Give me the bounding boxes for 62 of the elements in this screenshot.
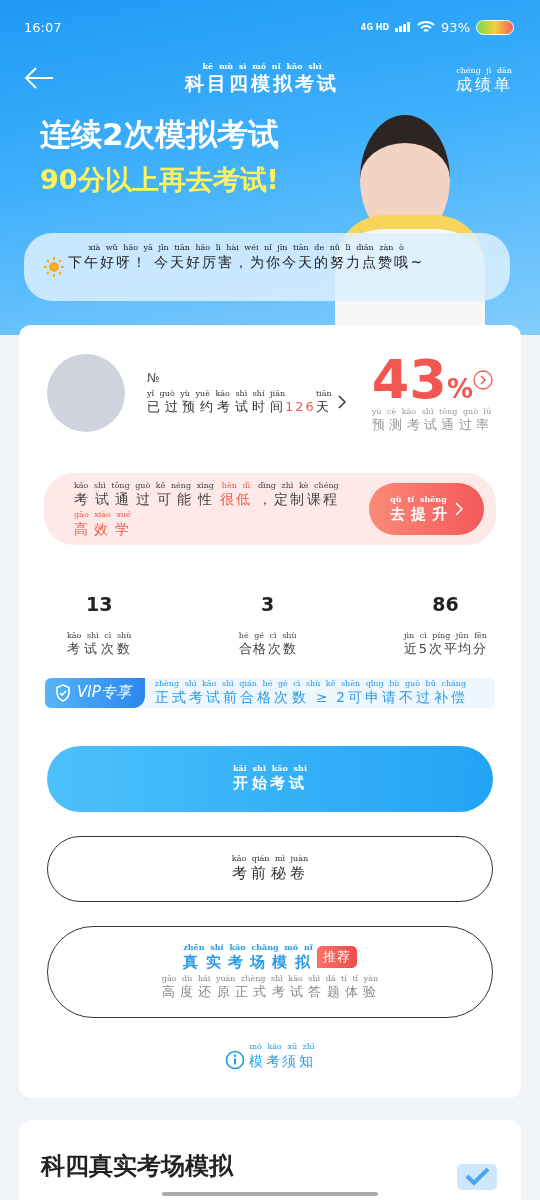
page-title-pinyin: kē mù sì mó nǐ kǎo shì bbox=[201, 61, 323, 72]
battery-icon bbox=[476, 19, 514, 35]
button-title-pinyin: zhēn shí kǎo chǎng mó nǐ bbox=[183, 943, 313, 953]
tip-text-pinyin: dìng zhì kè chéng bbox=[258, 480, 339, 491]
pass-rate-label: 预测考试通过率 bbox=[371, 416, 492, 434]
chevron-circle-icon[interactable] bbox=[473, 370, 493, 390]
pass-rate-label-pinyin: yù cè kǎo shì tōng guò lǜ bbox=[371, 407, 492, 417]
countdown-text-pinyin: tiān bbox=[315, 389, 332, 399]
button-subtitle-pinyin: gāo dù hái yuán zhèng shì kǎo shì dá tí tǐ yàn bbox=[161, 974, 379, 984]
button-title: 真实考场模拟 bbox=[183, 952, 313, 973]
exam-notice-link[interactable]: 模考须知 bbox=[249, 1051, 315, 1070]
stat-label: 合格次数 bbox=[238, 641, 297, 658]
pass-rate-value: 43% bbox=[371, 353, 473, 407]
battery-percent: 93% bbox=[441, 19, 470, 35]
real-exam-simulation-button[interactable]: zhēn shí kǎo chǎng mó nǐ 真实考场模拟 推荐 gāo dù hái yuán zhèng shì kǎo shì dá tí tǐ yàn 高度还原正式考试答题体验 bbox=[47, 925, 493, 1018]
vip-text-pinyin: zhèng shì kǎo shì qián hé gé cì shù kě shēn qǐng bù guò bǔ cháng bbox=[154, 679, 467, 689]
info-icon bbox=[225, 1049, 246, 1070]
tip-text: ，定制课程 bbox=[258, 490, 339, 509]
exam-papers-button[interactable]: kǎo qián mì juàn 考前秘卷 bbox=[47, 835, 493, 902]
network-label: 4G HD bbox=[360, 22, 390, 32]
tip-text: 高效学 bbox=[74, 520, 131, 539]
stat-label-pinyin: kǎo shì cì shù bbox=[67, 631, 132, 642]
tip-text: 很低 bbox=[220, 490, 252, 509]
banner-headline: 连续2次模拟考试 bbox=[40, 115, 280, 154]
countdown-text[interactable]: 天 bbox=[315, 398, 332, 416]
report-card-link[interactable]: 成绩单 bbox=[456, 75, 512, 96]
recommended-tag: 推荐 bbox=[316, 946, 357, 969]
chevron-right-icon bbox=[454, 502, 463, 517]
stat-value: 13 bbox=[85, 593, 113, 616]
stat-label: 近5次平均分 bbox=[404, 641, 487, 658]
back-arrow-icon[interactable] bbox=[24, 66, 54, 90]
tip-text-pinyin: hěn dī bbox=[220, 480, 252, 491]
sun-icon bbox=[44, 257, 64, 277]
start-exam-button[interactable]: kāi shǐ kǎo shì 开始考试 bbox=[47, 745, 493, 812]
vip-badge: VIP专享 bbox=[45, 677, 145, 708]
stat-label: 考试次数 bbox=[67, 641, 132, 658]
tip-text: 考试通过可能性 bbox=[74, 490, 214, 509]
shield-check-icon bbox=[55, 683, 71, 702]
stat-label-pinyin: hé gé cì shù bbox=[238, 631, 297, 642]
stat-value: 3 bbox=[261, 593, 275, 616]
exam-notice-link-pinyin: mó kǎo xū zhī bbox=[249, 1041, 315, 1052]
signal-icon bbox=[395, 22, 412, 32]
stat-value: 86 bbox=[432, 593, 459, 616]
section-title: 科四真实考场模拟 bbox=[41, 1150, 233, 1182]
report-card-link-pinyin: chéng jì dān bbox=[456, 65, 512, 76]
banner-subheadline: 90分以上再去考试! bbox=[40, 163, 280, 197]
tip-text-pinyin: kǎo shì tōng guò kě néng xìng bbox=[74, 480, 214, 491]
tip-text-pinyin: gāo xiào xué bbox=[74, 510, 131, 521]
greeting-text-pinyin: xià wǔ hǎo yā jīn tiān hǎo lì hài wéi nǐ jīn tiān de nǔ lì diǎn zàn ò bbox=[87, 243, 405, 253]
number-sign: № bbox=[147, 371, 161, 385]
countdown-text[interactable]: 已过预约考试时间 bbox=[147, 398, 286, 416]
page-title: 科目四模拟考试 bbox=[185, 71, 340, 96]
countdown-text-pinyin: yǐ guò yù yuē kǎo shì shí jiān bbox=[147, 389, 286, 399]
stat-label-pinyin: jìn cì píng jūn fēn bbox=[404, 631, 487, 642]
wifi-icon bbox=[417, 20, 436, 34]
improve-button[interactable]: qù tí shēng 去提升 bbox=[369, 483, 484, 536]
vip-text: 正式考试前合格次数 ≥ 2可申请不过补偿 bbox=[154, 689, 467, 707]
greeting-text: 下午好呀！ 今天好厉害，为你今天的努力点赞哦~ bbox=[68, 252, 425, 271]
button-subtitle: 高度还原正式考试答题体验 bbox=[161, 983, 379, 1001]
status-time: 16:07 bbox=[24, 19, 62, 35]
chevron-right-icon bbox=[337, 395, 346, 410]
countdown-text[interactable]: 126 bbox=[285, 398, 316, 416]
